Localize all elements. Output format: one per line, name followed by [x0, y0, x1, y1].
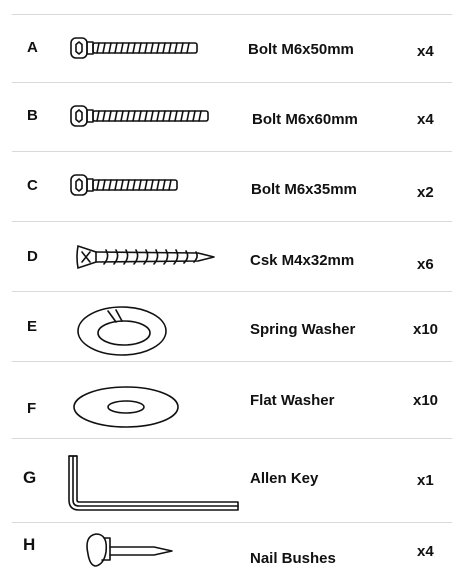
part-qty-c: x2 — [417, 184, 434, 201]
nail-bush-icon — [86, 533, 173, 567]
part-qty-e: x10 — [413, 321, 439, 338]
part-name-h: Nail Bushes — [250, 550, 336, 567]
part-name-f: Flat Washer — [250, 392, 335, 409]
hex-socket-bolt-icon — [70, 174, 178, 196]
part-name-g: Allen Key — [250, 470, 319, 487]
divider — [12, 522, 452, 523]
part-name-c: Bolt M6x35mm — [251, 181, 357, 198]
part-qty-g: x1 — [417, 472, 434, 489]
part-qty-a: x4 — [417, 43, 434, 60]
divider — [12, 221, 452, 222]
divider — [12, 438, 452, 439]
part-name-a: Bolt M6x50mm — [248, 41, 354, 58]
part-letter-b: B — [27, 107, 38, 124]
part-letter-d: D — [27, 248, 38, 265]
hex-socket-bolt-icon — [70, 37, 198, 59]
part-qty-h: x4 — [417, 543, 434, 560]
countersunk-screw-icon — [76, 244, 215, 270]
part-qty-b: x4 — [417, 111, 434, 128]
hardware-parts-list: A Bolt M6x50mm x4 B Bolt M6x60mm x4 C Bo… — [0, 0, 452, 569]
part-qty-f: x10 — [413, 392, 439, 409]
divider — [12, 361, 452, 362]
divider — [12, 82, 452, 83]
divider — [12, 291, 452, 292]
flat-washer-icon — [73, 386, 179, 428]
part-name-b: Bolt M6x60mm — [252, 111, 358, 128]
spring-washer-icon — [77, 306, 167, 356]
part-letter-g: G — [23, 468, 37, 487]
part-qty-d: x6 — [417, 256, 434, 273]
part-letter-f: F — [27, 400, 37, 417]
allen-key-icon — [68, 455, 239, 511]
part-name-e: Spring Washer — [250, 321, 356, 338]
part-letter-h: H — [23, 535, 36, 554]
divider — [12, 14, 452, 15]
divider — [12, 151, 452, 152]
hex-socket-bolt-icon — [70, 105, 209, 127]
part-letter-a: A — [27, 39, 38, 56]
part-name-d: Csk M4x32mm — [250, 252, 355, 269]
part-letter-e: E — [27, 318, 38, 335]
part-letter-c: C — [27, 177, 38, 194]
